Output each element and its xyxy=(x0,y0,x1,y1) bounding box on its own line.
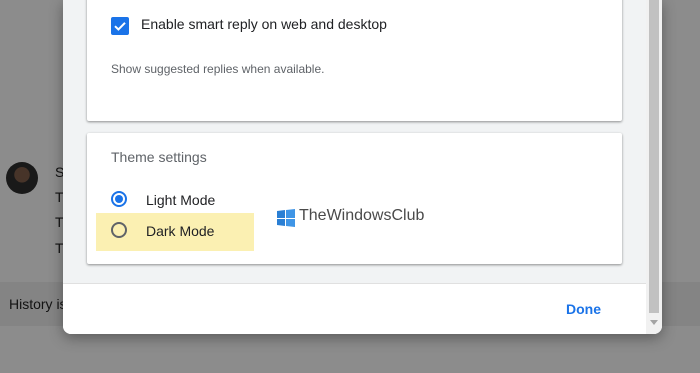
theme-settings-card: Theme settings Light Mode Dark Mode TheW… xyxy=(87,133,622,264)
dark-mode-radio[interactable] xyxy=(111,222,127,238)
smart-reply-checkbox[interactable] xyxy=(111,17,129,35)
checkmark-icon xyxy=(114,22,126,31)
windows-club-logo-icon xyxy=(277,209,295,227)
chat-settings-dialog: Enable smart reply on web and desktop Sh… xyxy=(63,0,662,334)
dialog-footer: Done xyxy=(63,283,646,334)
light-mode-label[interactable]: Light Mode xyxy=(146,192,215,208)
done-button[interactable]: Done xyxy=(558,297,609,321)
smart-reply-label[interactable]: Enable smart reply on web and desktop xyxy=(141,16,387,32)
radio-dot-icon xyxy=(115,195,123,203)
dialog-content: Enable smart reply on web and desktop Sh… xyxy=(63,0,646,283)
light-mode-radio[interactable] xyxy=(111,191,127,207)
smart-reply-card: Enable smart reply on web and desktop Sh… xyxy=(87,0,622,121)
scrollbar-thumb[interactable] xyxy=(649,0,659,313)
smart-reply-description: Show suggested replies when available. xyxy=(111,62,325,76)
dark-mode-label[interactable]: Dark Mode xyxy=(146,223,214,239)
scrollbar[interactable] xyxy=(646,0,662,334)
theme-settings-title: Theme settings xyxy=(111,149,207,165)
watermark-text: TheWindowsClub xyxy=(299,207,425,224)
scroll-down-arrow-icon[interactable] xyxy=(650,320,658,325)
